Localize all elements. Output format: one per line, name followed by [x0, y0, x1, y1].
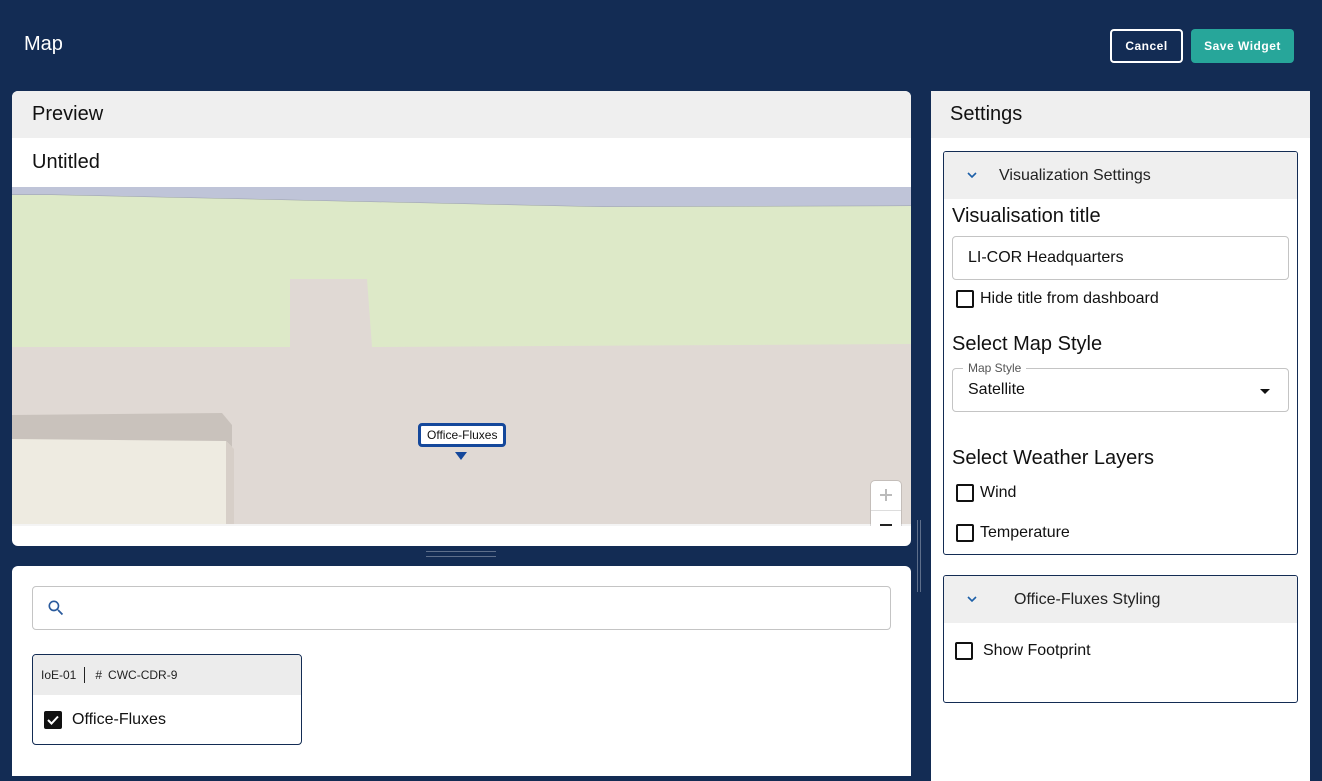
- search-icon: [48, 600, 64, 616]
- save-widget-button[interactable]: Save Widget: [1191, 29, 1294, 63]
- settings-header: Settings: [931, 91, 1310, 138]
- temperature-label: Temperature: [980, 524, 1070, 541]
- vertical-resize-handle[interactable]: [917, 520, 921, 592]
- section-title: Office-Fluxes Styling: [1014, 590, 1161, 608]
- office-fluxes-styling-section: Office-Fluxes Styling Show Footprint: [943, 575, 1298, 703]
- map-tiles: [12, 187, 911, 526]
- search-input[interactable]: [79, 593, 883, 625]
- hide-title-checkbox[interactable]: [956, 290, 974, 308]
- hide-title-row[interactable]: Hide title from dashboard: [956, 290, 1159, 308]
- plus-icon: [880, 489, 892, 502]
- preview-header: Preview: [12, 91, 911, 138]
- map-style-value: Satellite: [968, 381, 1025, 398]
- hide-title-label: Hide title from dashboard: [980, 290, 1159, 307]
- divider: [84, 667, 86, 683]
- show-footprint-label: Show Footprint: [983, 642, 1091, 659]
- visualisation-title-input[interactable]: LI-COR Headquarters: [952, 236, 1289, 280]
- chevron-down-icon[interactable]: [944, 172, 999, 179]
- map-zoom-controls: [871, 481, 901, 526]
- top-bar: Map Cancel Save Widget: [0, 0, 1322, 90]
- show-footprint-checkbox[interactable]: [955, 642, 973, 660]
- device-search: [32, 586, 891, 630]
- chevron-down-icon[interactable]: [944, 596, 999, 603]
- visualization-settings-section: Visualization Settings Visualisation tit…: [943, 151, 1298, 555]
- device-id: IoE-01: [41, 668, 77, 682]
- wind-checkbox[interactable]: [956, 484, 974, 502]
- zoom-out-button[interactable]: [871, 511, 901, 526]
- map-marker-label[interactable]: Office-Fluxes: [418, 423, 507, 447]
- site-label: Office-Fluxes: [72, 711, 166, 728]
- section-title: Visualization Settings: [999, 166, 1151, 184]
- site-checkbox[interactable]: [44, 711, 62, 729]
- device-card-header: IoE-01 # CWC-CDR-9: [33, 655, 301, 695]
- zoom-in-button[interactable]: [871, 481, 901, 511]
- temperature-checkbox[interactable]: [956, 524, 974, 542]
- weather-layers-heading: Select Weather Layers: [952, 447, 1154, 469]
- wind-label: Wind: [980, 484, 1017, 501]
- cancel-button[interactable]: Cancel: [1110, 29, 1183, 63]
- hash-icon: #: [95, 668, 103, 682]
- device-panel: IoE-01 # CWC-CDR-9 Office-Fluxes: [12, 566, 911, 776]
- map-style-legend: Map Style: [963, 361, 1027, 375]
- device-site-row[interactable]: Office-Fluxes: [33, 695, 301, 744]
- weather-layer-wind[interactable]: Wind: [956, 484, 1016, 502]
- visualization-settings-header[interactable]: Visualization Settings: [944, 152, 1297, 199]
- preview-panel: Preview Untitled Office-Fluxes: [12, 91, 911, 546]
- widget-title: Untitled: [32, 150, 100, 173]
- show-footprint-row[interactable]: Show Footprint: [955, 642, 1091, 660]
- weather-layer-temperature[interactable]: Temperature: [956, 524, 1070, 542]
- map-view[interactable]: Office-Fluxes i: [12, 187, 911, 526]
- settings-panel: Settings Visualization Settings Visualis…: [931, 91, 1310, 781]
- styling-section-header[interactable]: Office-Fluxes Styling: [944, 576, 1297, 623]
- minus-icon: [880, 524, 892, 526]
- horizontal-resize-handle[interactable]: [426, 551, 496, 557]
- map-marker-pointer: [455, 452, 467, 460]
- map-style-select[interactable]: Map Style Satellite: [952, 361, 1289, 412]
- map-style-heading: Select Map Style: [952, 333, 1103, 355]
- page-title: Map: [24, 33, 63, 55]
- dropdown-caret-icon: [1260, 389, 1270, 394]
- visualisation-title-label: Visualisation title: [952, 205, 1101, 227]
- device-card: IoE-01 # CWC-CDR-9 Office-Fluxes: [32, 654, 302, 745]
- device-serial: CWC-CDR-9: [108, 668, 178, 682]
- checkmark-icon: [47, 715, 59, 725]
